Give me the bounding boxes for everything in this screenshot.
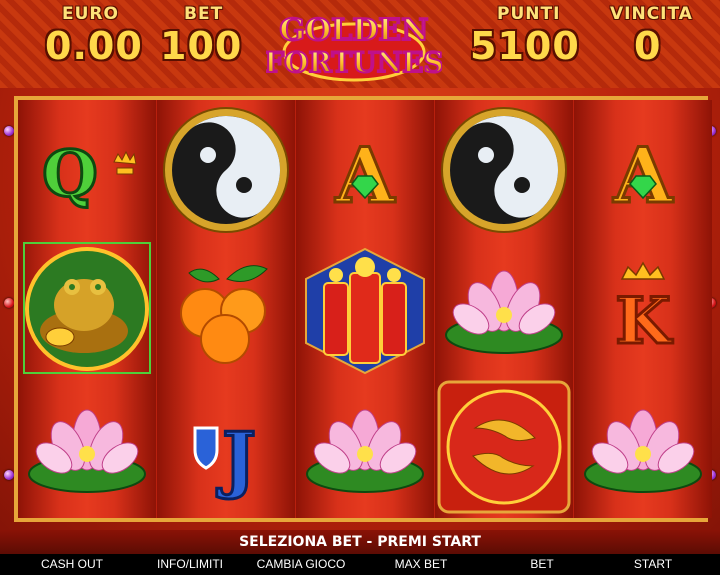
control-bar: CASH OUT INFO/LIMITI CAMBIA GIOCO MAX BE… — [0, 554, 720, 575]
info-limits-button[interactable]: INFO/LIMITI — [145, 554, 235, 575]
points-value: 5100 — [470, 24, 580, 68]
symbol-yin-yang — [435, 100, 573, 239]
euro-value: 0.00 — [45, 24, 143, 68]
win-value: 0 — [634, 24, 662, 68]
slot-machine: EURO 0.00 BET 100 GOLDEN FORTUNES PUNTI … — [0, 0, 720, 575]
win-label: VINCITA — [610, 4, 693, 24]
symbol-tangerines — [157, 239, 295, 378]
symbol-lotus-flower — [296, 378, 434, 517]
svg-text:Q: Q — [42, 137, 98, 212]
cash-out-button[interactable]: CASH OUT — [28, 554, 116, 575]
reel-1: Q — [18, 100, 156, 518]
logo-line2: FORTUNES — [266, 46, 442, 79]
euro-label: EURO — [62, 4, 119, 24]
symbol-ace: A — [574, 100, 712, 239]
svg-text:J: J — [216, 416, 256, 501]
symbol-jack: J — [157, 378, 295, 517]
bet-value: 100 — [160, 24, 243, 68]
symbol-lotus-flower — [574, 378, 712, 517]
reel-5: A K — [574, 100, 712, 518]
bet-button[interactable]: BET — [518, 554, 566, 575]
symbol-lotus-flower — [18, 378, 156, 517]
symbol-firecrackers — [296, 239, 434, 378]
max-bet-button[interactable]: MAX BET — [380, 554, 462, 575]
reels-area: Q J K — [14, 96, 712, 522]
golden-fortunes-logo: GOLDEN FORTUNES — [266, 12, 442, 82]
points-label: PUNTI — [497, 4, 561, 24]
reel-3: A — [296, 100, 434, 518]
start-button[interactable]: START — [618, 554, 688, 575]
symbol-ace: A — [296, 100, 434, 239]
symbol-queen: Q — [18, 100, 156, 239]
reel-2: J — [157, 100, 295, 518]
payline-marker — [4, 126, 14, 136]
symbol-king: K — [574, 239, 712, 378]
symbol-yin-yang — [157, 100, 295, 239]
payline-marker — [4, 470, 14, 480]
status-message: SELEZIONA BET - PREMI START — [0, 530, 720, 554]
payline-marker — [4, 298, 14, 308]
symbol-lotus-flower — [435, 239, 573, 378]
svg-text:K: K — [615, 284, 673, 359]
symbol-golden-koi — [435, 378, 573, 517]
header-bar: EURO 0.00 BET 100 GOLDEN FORTUNES PUNTI … — [0, 0, 720, 88]
reel-4 — [435, 100, 573, 518]
logo-line1: GOLDEN — [279, 13, 428, 48]
symbol-golden-toad — [18, 239, 156, 378]
change-game-button[interactable]: CAMBIA GIOCO — [250, 554, 352, 575]
bet-label: BET — [184, 4, 224, 24]
